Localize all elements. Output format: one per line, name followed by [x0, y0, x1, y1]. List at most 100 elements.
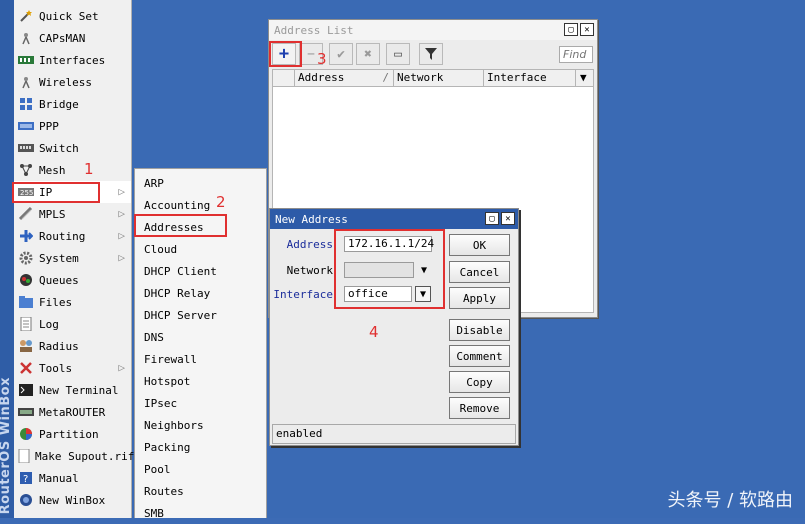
submenu-item-arp[interactable]: ARP [135, 172, 266, 194]
menu-item-metarouter[interactable]: MetaROUTER [14, 401, 131, 423]
menu-item-partition[interactable]: Partition [14, 423, 131, 445]
disable-button[interactable]: Disable [449, 319, 510, 341]
annotation-step-4: 4 [369, 323, 379, 341]
remove-button[interactable]: Remove [449, 397, 510, 419]
submenu-item-smb[interactable]: SMB [135, 502, 266, 524]
submenu-item-dhcp-server[interactable]: DHCP Server [135, 304, 266, 326]
menu-item-wireless[interactable]: Wireless [14, 71, 131, 93]
submenu-item-ipsec[interactable]: IPsec [135, 392, 266, 414]
submenu-item-hotspot[interactable]: Hotspot [135, 370, 266, 392]
menu-item-new-winbox[interactable]: New WinBox [14, 489, 131, 511]
menu-item-capsman[interactable]: CAPsMAN [14, 27, 131, 49]
enable-button[interactable]: ✔ [329, 43, 353, 65]
menu-item-ip[interactable]: 255 IP ▷ [14, 181, 131, 203]
menu-item-label: Tools [39, 361, 73, 375]
maximize-icon[interactable]: ▢ [485, 212, 499, 225]
menu-item-system[interactable]: System ▷ [14, 247, 131, 269]
copy-button[interactable]: Copy [449, 371, 510, 393]
menu-item-label: New WinBox [39, 493, 106, 507]
menu-item-files[interactable]: Files [14, 291, 131, 313]
network-field[interactable] [344, 262, 414, 278]
winbox-icon [18, 492, 34, 508]
new-address-title-bar[interactable]: New Address ▢ ✕ [270, 209, 518, 229]
submenu-item-addresses[interactable]: Addresses [135, 216, 266, 238]
column-header-flags[interactable] [273, 70, 295, 86]
menu-item-make-supout[interactable]: Make Supout.rif [14, 445, 134, 467]
submenu-item-firewall[interactable]: Firewall [135, 348, 266, 370]
maximize-icon[interactable]: ▢ [564, 23, 578, 36]
menu-item-label: Queues [39, 273, 79, 287]
watermark: 头条号 / 软路由 [667, 490, 793, 511]
submenu-item-dhcp-relay[interactable]: DHCP Relay [135, 282, 266, 304]
ip-submenu: ARP Accounting Addresses Cloud DHCP Clie… [134, 168, 267, 520]
submenu-item-dns[interactable]: DNS [135, 326, 266, 348]
column-chooser-icon[interactable]: ▼ [576, 70, 594, 86]
address-list-title-bar[interactable]: Address List ▢ ✕ [269, 20, 597, 40]
antenna-icon [18, 74, 34, 90]
cancel-button[interactable]: Cancel [449, 261, 510, 283]
menu-item-interfaces[interactable]: Interfaces [14, 49, 131, 71]
apply-button[interactable]: Apply [449, 287, 510, 309]
brand-text: RouterOS WinBox [0, 376, 13, 514]
column-header-network[interactable]: Network [394, 70, 484, 86]
mesh-icon [18, 162, 34, 178]
submenu-arrow-icon: ▷ [118, 361, 125, 374]
submenu-item-accounting[interactable]: Accounting [135, 194, 266, 216]
annotation-step-2: 2 [216, 193, 226, 211]
supout-icon [18, 448, 30, 464]
menu-item-label: Files [39, 295, 73, 309]
partition-icon [18, 426, 34, 442]
comment-button[interactable]: ▭ [386, 43, 410, 65]
disable-button[interactable]: ✖ [356, 43, 380, 65]
menu-item-log[interactable]: Log [14, 313, 131, 335]
menu-item-radius[interactable]: Radius [14, 335, 131, 357]
menu-item-ppp[interactable]: PPP [14, 115, 131, 137]
submenu-item-pool[interactable]: Pool [135, 458, 266, 480]
menu-item-label: Wireless [39, 75, 92, 89]
column-header-address[interactable]: Address / [295, 70, 394, 86]
close-icon[interactable]: ✕ [501, 212, 515, 225]
filter-button[interactable] [419, 43, 443, 65]
menu-item-label: PPP [39, 119, 59, 133]
terminal-icon [18, 382, 34, 398]
address-field[interactable]: 172.16.1.1/24 [344, 236, 434, 252]
submenu-item-cloud[interactable]: Cloud [135, 238, 266, 260]
menu-item-mesh[interactable]: Mesh [14, 159, 131, 181]
menu-item-quick-set[interactable]: Quick Set [14, 5, 131, 27]
menu-item-label: Mesh [39, 163, 66, 177]
add-button[interactable]: + [272, 43, 296, 65]
menu-item-label: Radius [39, 339, 79, 353]
switch-icon [18, 140, 34, 156]
menu-item-tools[interactable]: Tools ▷ [14, 357, 131, 379]
comment-button[interactable]: Comment [449, 345, 510, 367]
column-header-interface[interactable]: Interface [484, 70, 576, 86]
antenna-icon [18, 30, 34, 46]
submenu-item-dhcp-client[interactable]: DHCP Client [135, 260, 266, 282]
log-icon [18, 316, 34, 332]
menu-item-label: MPLS [39, 207, 66, 221]
filter-icon [425, 48, 437, 60]
menu-item-label: Partition [39, 427, 99, 441]
menu-item-manual[interactable]: ? Manual [14, 467, 131, 489]
menu-item-switch[interactable]: Switch [14, 137, 131, 159]
submenu-item-neighbors[interactable]: Neighbors [135, 414, 266, 436]
svg-text:255: 255 [20, 189, 33, 197]
menu-item-new-terminal[interactable]: New Terminal [14, 379, 131, 401]
menu-item-routing[interactable]: Routing ▷ [14, 225, 131, 247]
ip-icon: 255 [18, 184, 34, 200]
menu-item-bridge[interactable]: Bridge [14, 93, 131, 115]
find-input[interactable] [559, 46, 593, 63]
menu-item-queues[interactable]: Queues [14, 269, 131, 291]
close-icon[interactable]: ✕ [580, 23, 594, 36]
interface-select[interactable]: office [344, 286, 412, 302]
menu-item-label: Quick Set [39, 9, 99, 23]
brand-bar: RouterOS WinBox [0, 0, 14, 518]
interface-dropdown-icon[interactable]: ▼ [415, 286, 431, 302]
submenu-item-routes[interactable]: Routes [135, 480, 266, 502]
ppp-icon [18, 118, 34, 134]
menu-item-mpls[interactable]: MPLS ▷ [14, 203, 131, 225]
submenu-item-packing[interactable]: Packing [135, 436, 266, 458]
interfaces-icon [18, 52, 34, 68]
network-dropdown-icon[interactable]: ▼ [416, 262, 432, 278]
ok-button[interactable]: OK [449, 234, 510, 256]
